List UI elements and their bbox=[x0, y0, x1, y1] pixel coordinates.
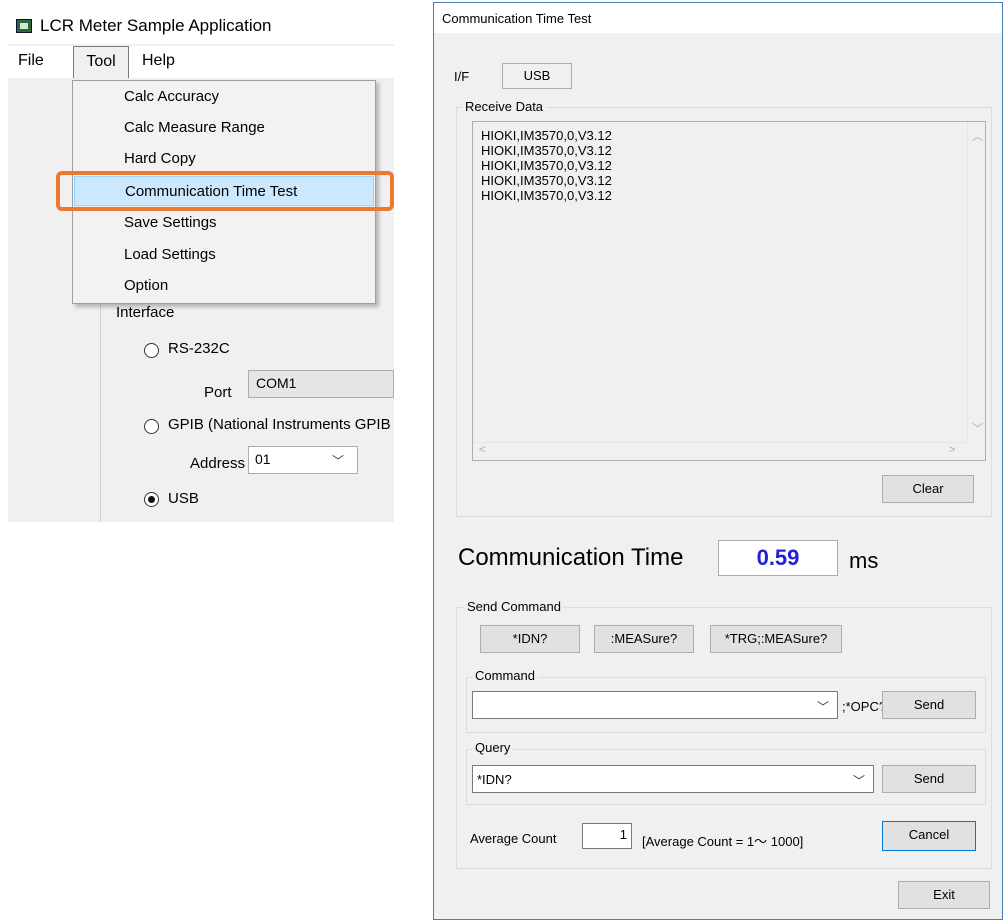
interface-group-label: Interface bbox=[116, 304, 175, 321]
menu-tool[interactable]: Tool bbox=[73, 46, 129, 78]
highlight-callout bbox=[56, 171, 394, 211]
app-logo-icon bbox=[16, 19, 32, 33]
scroll-left-icon[interactable]: < bbox=[479, 444, 485, 456]
query-combobox[interactable]: *IDN? ﹀ bbox=[472, 765, 874, 793]
send-command-label: Send Command bbox=[464, 599, 564, 614]
trg-measure-query-button[interactable]: *TRG;:MEASure? bbox=[710, 625, 842, 653]
exit-button[interactable]: Exit bbox=[898, 881, 990, 909]
dialog-title: Communication Time Test bbox=[442, 11, 592, 26]
average-count-range: [Average Count = 1～ 1000] bbox=[642, 834, 804, 849]
address-value: 01 bbox=[255, 451, 271, 467]
measure-query-button[interactable]: :MEASure? bbox=[594, 625, 694, 653]
receive-line: HIOKI,IM3570,0,V3.12 bbox=[481, 143, 612, 158]
idn-query-button[interactable]: *IDN? bbox=[480, 625, 580, 653]
menu-item-option[interactable]: Option bbox=[74, 271, 374, 301]
rs232c-radio[interactable] bbox=[144, 343, 159, 358]
horizontal-scrollbar[interactable]: < > bbox=[473, 442, 967, 460]
receive-line: HIOKI,IM3570,0,V3.12 bbox=[481, 128, 612, 143]
receive-line: HIOKI,IM3570,0,V3.12 bbox=[481, 173, 612, 188]
menu-item-load-settings[interactable]: Load Settings bbox=[74, 240, 374, 270]
scroll-up-icon[interactable]: ︿ bbox=[972, 128, 983, 144]
menu-item-calc-measure-range[interactable]: Calc Measure Range bbox=[74, 113, 374, 143]
dialog-titlebar: Communication Time Test bbox=[434, 3, 1002, 33]
average-count-label: Average Count bbox=[470, 831, 557, 846]
chevron-down-icon: ﹀ bbox=[853, 774, 866, 788]
command-combobox[interactable]: ﹀ bbox=[472, 691, 838, 719]
menubar: File Tool Help bbox=[8, 46, 394, 78]
query-value: *IDN? bbox=[477, 772, 512, 787]
communication-time-label: Communication Time bbox=[458, 544, 684, 571]
query-group-label: Query bbox=[472, 740, 514, 755]
communication-time-test-dialog: Communication Time Test I/F USB Receive … bbox=[433, 2, 1003, 920]
receive-data-textarea[interactable]: HIOKI,IM3570,0,V3.12 HIOKI,IM3570,0,V3.1… bbox=[472, 121, 986, 461]
scroll-down-icon[interactable]: ﹀ bbox=[972, 420, 983, 436]
rs232c-label: RS-232C bbox=[168, 340, 230, 357]
gpib-radio[interactable] bbox=[144, 419, 159, 434]
communication-time-value: 0.59 bbox=[718, 540, 838, 576]
menu-item-hard-copy[interactable]: Hard Copy bbox=[74, 144, 374, 174]
cancel-button[interactable]: Cancel bbox=[882, 821, 976, 851]
app-titlebar: LCR Meter Sample Application bbox=[8, 8, 394, 44]
menu-help[interactable]: Help bbox=[132, 46, 185, 78]
communication-time-unit: ms bbox=[849, 548, 879, 573]
opc-label: ;*OPC? bbox=[842, 699, 887, 714]
port-label: Port bbox=[204, 384, 232, 401]
if-value: USB bbox=[502, 63, 572, 89]
average-count-value: 1 bbox=[619, 827, 627, 842]
scroll-right-icon[interactable]: > bbox=[949, 444, 955, 456]
port-select[interactable]: COM1 bbox=[248, 370, 394, 398]
usb-radio[interactable] bbox=[144, 492, 159, 507]
if-label: I/F bbox=[454, 69, 470, 84]
receive-data-label: Receive Data bbox=[462, 99, 547, 114]
menu-item-save-settings[interactable]: Save Settings bbox=[74, 208, 374, 238]
vertical-scrollbar[interactable]: ︿ ﹀ bbox=[967, 122, 985, 444]
command-group-label: Command bbox=[472, 668, 538, 683]
query-send-button[interactable]: Send bbox=[882, 765, 976, 793]
clear-button[interactable]: Clear bbox=[882, 475, 974, 503]
receive-line: HIOKI,IM3570,0,V3.12 bbox=[481, 158, 612, 173]
receive-line: HIOKI,IM3570,0,V3.12 bbox=[481, 188, 612, 203]
app-title: LCR Meter Sample Application bbox=[40, 16, 272, 35]
chevron-down-icon: ﹀ bbox=[817, 700, 830, 714]
chevron-down-icon: ﹀ bbox=[332, 454, 345, 468]
usb-label: USB bbox=[168, 490, 199, 507]
gpib-label: GPIB (National Instruments GPIB bbox=[168, 416, 391, 433]
average-count-input[interactable]: 1 bbox=[582, 823, 632, 849]
receive-data-lines: HIOKI,IM3570,0,V3.12 HIOKI,IM3570,0,V3.1… bbox=[481, 128, 612, 203]
address-label: Address bbox=[190, 455, 246, 472]
menu-item-calc-accuracy[interactable]: Calc Accuracy bbox=[74, 82, 374, 112]
command-send-button[interactable]: Send bbox=[882, 691, 976, 719]
menu-file[interactable]: File bbox=[8, 46, 54, 78]
